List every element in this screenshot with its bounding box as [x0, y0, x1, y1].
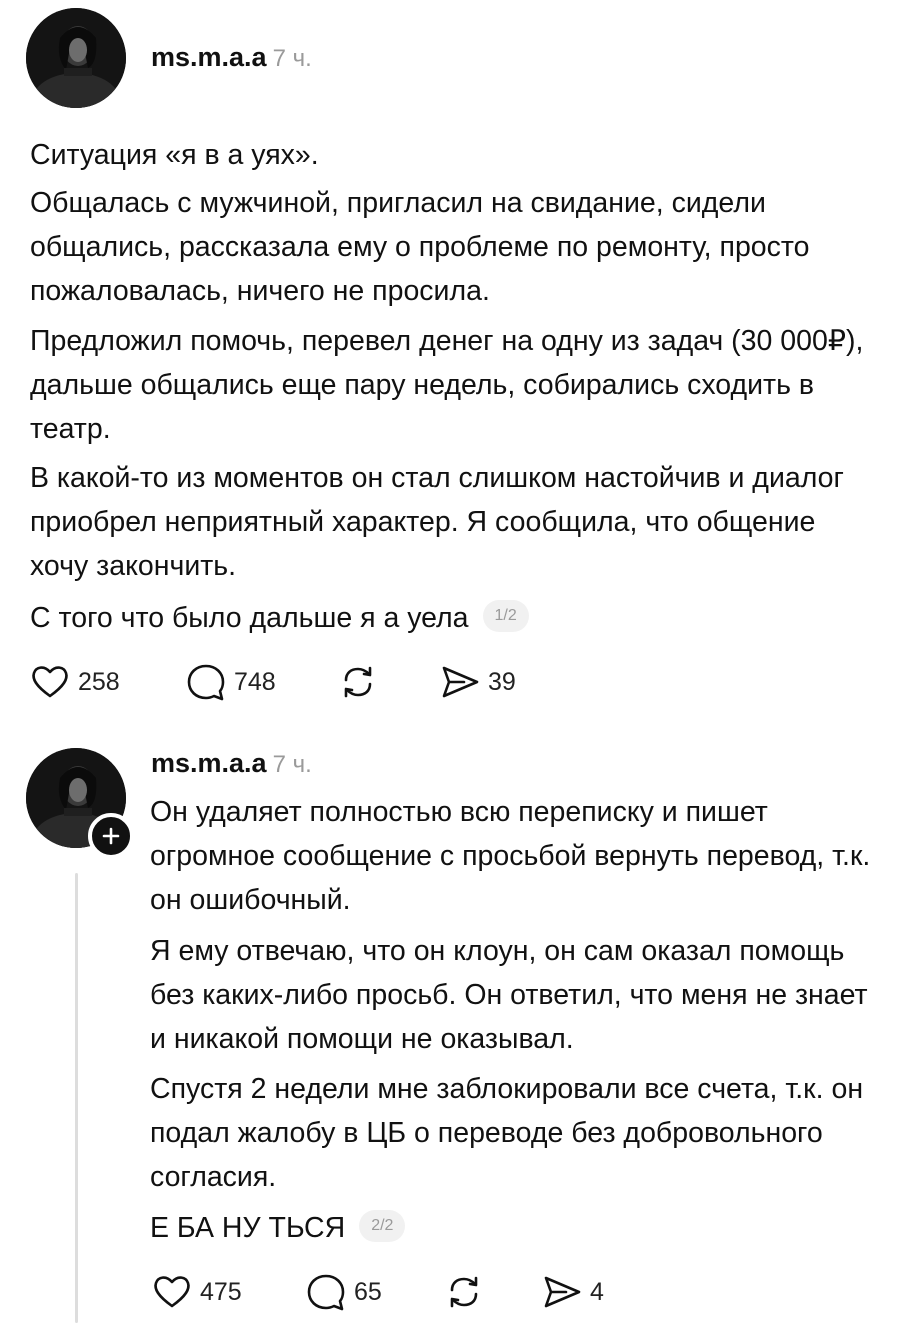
avatar[interactable]: [26, 8, 126, 108]
post-text: Я ему отвечаю, что он клоун, он сам оказ…: [150, 935, 868, 1055]
heart-icon: [32, 666, 68, 698]
like-button[interactable]: 475: [152, 1270, 242, 1314]
post-text: Ситуация «я в а уях».: [30, 139, 319, 171]
share-count: 4: [590, 1277, 604, 1306]
post-text-line: С того что было дальше я а уела: [30, 602, 469, 634]
post-text: В какой-то из моментов он стал слишком н…: [30, 462, 844, 582]
post-text: Общалась с мужчиной, пригласил на свидан…: [30, 187, 810, 307]
post-text: Спустя 2 недели мне заблокировали все сч…: [150, 1073, 864, 1193]
like-button[interactable]: 258: [30, 660, 120, 704]
repost-button[interactable]: [444, 1270, 484, 1314]
thread-line: [75, 873, 78, 1323]
post-actions: 475 65 4: [152, 1270, 632, 1314]
comment-icon: [307, 1274, 345, 1311]
post-actions: 258 748 39: [30, 660, 550, 704]
plus-icon: [102, 827, 120, 845]
comment-button[interactable]: 65: [306, 1270, 382, 1314]
page-indicator: 1/2: [482, 600, 529, 633]
post-text-line: Е БА НУ ТЬСЯ: [150, 1212, 346, 1244]
post-text-last: С того что было дальше я а уела 1/2: [30, 596, 880, 640]
like-count: 475: [200, 1277, 242, 1306]
repost-icon: [344, 666, 372, 698]
share-button[interactable]: 4: [542, 1270, 604, 1314]
post-time: 7 ч.: [272, 751, 312, 778]
post-author: ms.m.a.a 7 ч.: [151, 748, 312, 779]
follow-button[interactable]: [88, 813, 134, 859]
page-indicator: 2/2: [359, 1210, 406, 1243]
comment-count: 65: [354, 1277, 382, 1306]
comment-count: 748: [234, 667, 276, 696]
author-name[interactable]: ms.m.a.a: [151, 42, 267, 72]
repost-icon: [450, 1276, 478, 1308]
post-author: ms.m.a.a 7 ч.: [151, 42, 312, 73]
post-text-last: Е БА НУ ТЬСЯ 2/2: [150, 1206, 880, 1250]
author-name[interactable]: ms.m.a.a: [151, 748, 267, 778]
comment-button[interactable]: 748: [186, 660, 276, 704]
post-time: 7 ч.: [272, 45, 312, 72]
share-count: 39: [488, 667, 516, 696]
heart-icon: [154, 1276, 190, 1308]
post-text: Предложил помочь, перевел денег на одну …: [30, 325, 864, 445]
like-count: 258: [78, 667, 120, 696]
share-icon: [544, 1276, 581, 1308]
share-icon: [442, 666, 479, 698]
repost-button[interactable]: [338, 660, 378, 704]
share-button[interactable]: 39: [440, 660, 516, 704]
comment-icon: [187, 664, 225, 701]
post-text: Он удаляет полностью всю переписку и пиш…: [150, 796, 871, 916]
